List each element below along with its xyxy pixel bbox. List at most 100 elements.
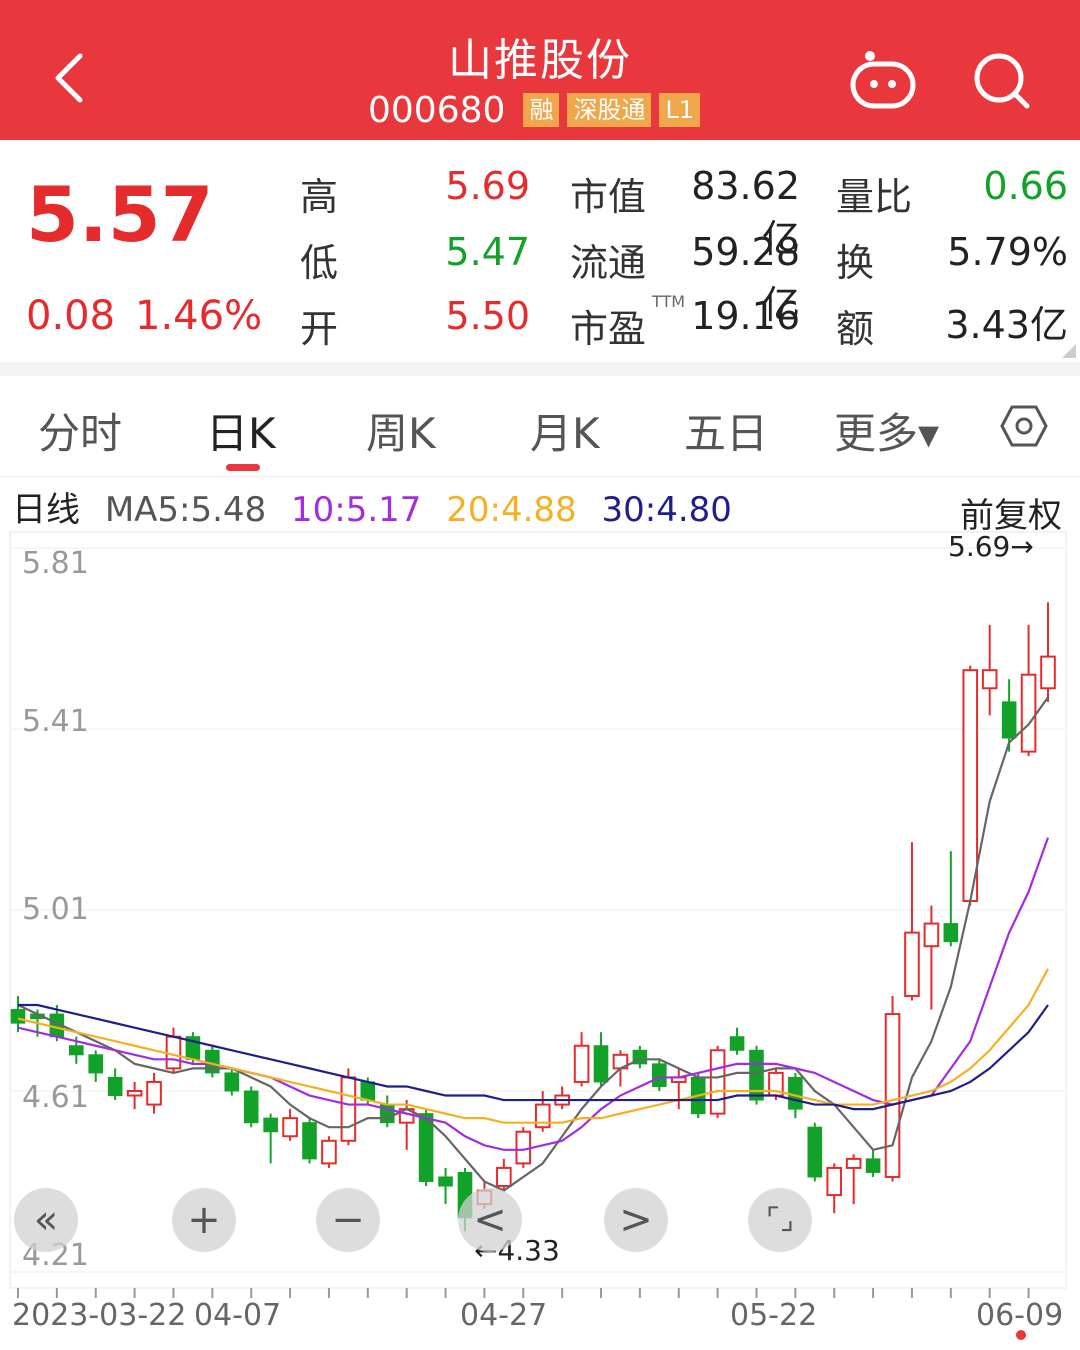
- candle-body-up: [904, 931, 920, 997]
- candle-body-up: [884, 1013, 901, 1178]
- candle-body-down: [263, 1117, 278, 1133]
- candle-body-up: [981, 669, 998, 690]
- tab-monthly-k[interactable]: 月K: [530, 400, 600, 461]
- candle-body-up: [845, 1157, 862, 1169]
- candle-body-up: [165, 1035, 182, 1070]
- candle-body-down: [88, 1054, 104, 1074]
- candle-body-up: [1020, 673, 1037, 753]
- legend-period: 日线: [12, 490, 80, 530]
- last-price: 5.57: [26, 170, 214, 259]
- turnover-value: 5.79%: [947, 230, 1068, 274]
- y-tick-label: 4.61: [22, 1080, 89, 1115]
- volratio-value: 0.66: [983, 164, 1068, 208]
- top-bar: 山推股份 000680 融 深股通 L1: [0, 0, 1080, 140]
- pe-label: 市盈: [570, 307, 647, 351]
- candle-body-up: [126, 1090, 143, 1097]
- stock-name: 山推股份: [448, 35, 632, 86]
- ma-legend: 日线 MA5:5.48 10:5.17 20:4.88 30:4.80: [12, 482, 746, 531]
- quote-panel: 5.57 0.08 1.46% 高 5.69 低 5.47 开 5.50 市值 …: [0, 140, 1080, 362]
- candle-body-up: [496, 1166, 512, 1188]
- legend-ma20: 20:4.88: [446, 490, 577, 530]
- candle-body-down: [360, 1081, 376, 1101]
- candle-body-up: [340, 1076, 357, 1142]
- mcap-label: 市值: [570, 175, 647, 219]
- y-tick-label: 5.81: [22, 546, 89, 581]
- zoom-out-button[interactable]: −: [316, 1188, 380, 1252]
- candle-body-up: [282, 1117, 298, 1138]
- current-position-dot: [1016, 1330, 1026, 1340]
- active-tab-indicator: [226, 464, 260, 471]
- kline-chart[interactable]: [0, 530, 1080, 1350]
- zoom-in-button[interactable]: +: [172, 1188, 236, 1252]
- scroll-start-button[interactable]: «: [14, 1188, 78, 1252]
- tag-level: L1: [659, 93, 701, 127]
- float-label: 流通: [570, 241, 647, 285]
- x-tick-label: 04-07: [194, 1298, 282, 1333]
- tag-connect: 深股通: [567, 93, 652, 127]
- candle-body-down: [10, 1009, 26, 1024]
- candle-body-up: [573, 1044, 590, 1083]
- candle-body-down: [593, 1045, 609, 1083]
- open-value: 5.50: [445, 294, 530, 338]
- candle-body-up: [534, 1103, 551, 1129]
- tab-intraday[interactable]: 分时: [38, 400, 122, 461]
- x-tick-label: 2023-03-22: [12, 1298, 187, 1333]
- open-label: 开: [300, 307, 339, 351]
- x-tick-label: 04-27: [460, 1298, 548, 1333]
- candle-body-up: [962, 669, 979, 902]
- candle-body-down: [438, 1176, 453, 1187]
- x-tick-label: 05-22: [730, 1298, 818, 1333]
- candle-body-up: [515, 1130, 532, 1165]
- candle-body-down: [652, 1063, 667, 1087]
- chart-period-tabs: 分时 日K 周K 月K 五日 更多▾: [0, 376, 1080, 477]
- candle-body-down: [224, 1072, 240, 1092]
- tab-more[interactable]: 更多▾: [834, 400, 939, 461]
- amount-value: 3.43亿: [945, 303, 1068, 347]
- settings-hexagon-icon[interactable]: [1000, 404, 1048, 448]
- low-value: 5.47: [445, 230, 530, 274]
- tag-margin: 融: [523, 93, 560, 127]
- scroll-left-button[interactable]: <: [458, 1188, 522, 1252]
- candle-body-up: [1040, 655, 1056, 690]
- candle-body-down: [807, 1126, 823, 1178]
- candle-body-down: [1001, 701, 1017, 739]
- price-change: 0.08: [26, 293, 116, 339]
- candle-body-up: [709, 1049, 726, 1115]
- candle-body-down: [943, 923, 959, 943]
- high-label: 高: [300, 175, 339, 219]
- candle-body-down: [69, 1045, 84, 1056]
- tab-daily-k[interactable]: 日K: [206, 400, 276, 461]
- candle-body-up: [146, 1080, 162, 1106]
- candle-body-down: [205, 1049, 220, 1074]
- candle-body-up: [826, 1166, 843, 1197]
- candle-body-down: [865, 1158, 881, 1173]
- tab-weekly-k[interactable]: 周K: [366, 400, 436, 461]
- price-change-pct: 1.46%: [135, 293, 263, 339]
- y-tick-label: 5.41: [22, 704, 89, 739]
- search-icon[interactable]: [970, 50, 1034, 110]
- stock-subtitle: 000680 融 深股通 L1: [368, 89, 701, 131]
- volratio-label: 量比: [836, 175, 913, 219]
- candle-body-down: [107, 1076, 123, 1097]
- assistant-robot-icon[interactable]: [848, 48, 918, 112]
- candle-body-down: [788, 1076, 803, 1110]
- candle-body-down: [749, 1049, 764, 1101]
- x-tick-label: 06-09: [976, 1298, 1064, 1333]
- expand-corner-icon[interactable]: [1062, 344, 1076, 358]
- turnover-label: 换: [836, 241, 875, 285]
- tab-five-day[interactable]: 五日: [684, 400, 768, 461]
- candle-body-down: [243, 1090, 259, 1124]
- candle-body-up: [923, 922, 940, 948]
- stock-code: 000680: [368, 89, 506, 131]
- high-value: 5.69: [445, 164, 530, 208]
- candle-body-up: [321, 1139, 337, 1165]
- section-divider: [0, 362, 1080, 376]
- legend-ma5: MA5:5.48: [104, 490, 267, 530]
- scroll-right-button[interactable]: >: [604, 1188, 668, 1252]
- candle-body-down: [729, 1036, 745, 1051]
- y-tick-label: 5.01: [22, 892, 89, 927]
- fullscreen-button[interactable]: ⌜⌟: [748, 1188, 812, 1252]
- legend-ma10: 10:5.17: [291, 490, 422, 530]
- low-label: 低: [300, 241, 339, 285]
- amount-label: 额: [836, 307, 875, 351]
